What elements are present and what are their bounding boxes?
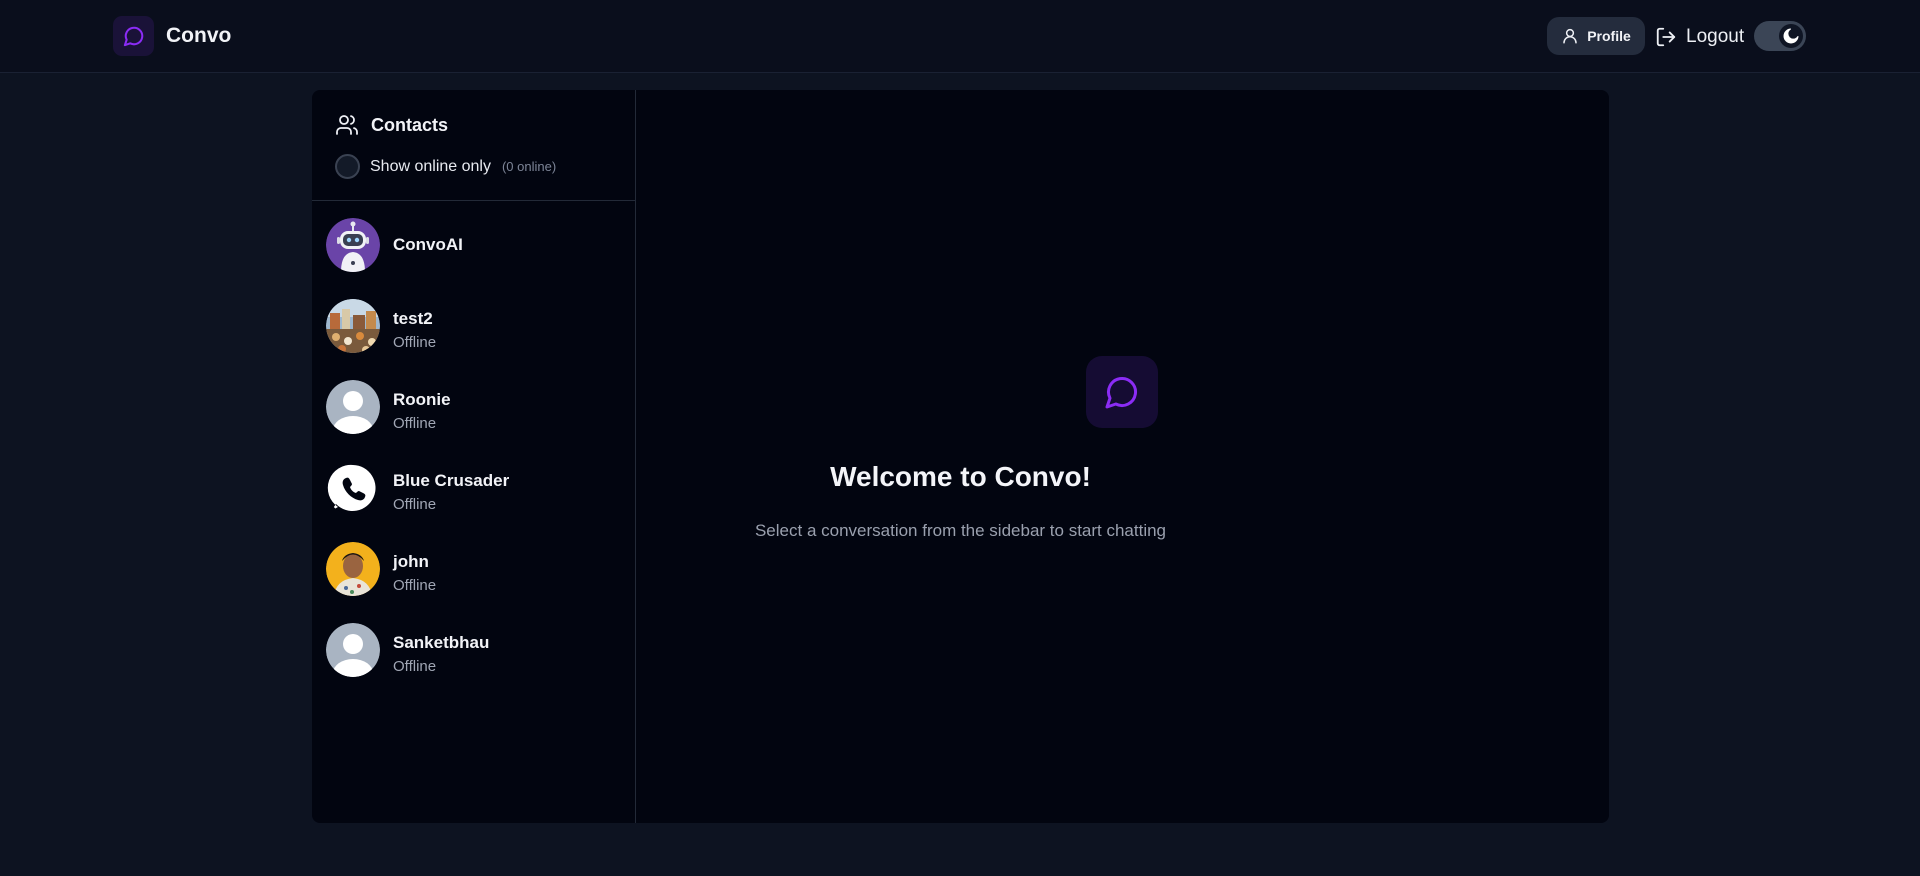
sidebar-header: Contacts Show online only (0 online) bbox=[312, 90, 635, 201]
contacts-title: Contacts bbox=[371, 114, 449, 135]
contact-status: Offline bbox=[393, 658, 437, 675]
logout-icon bbox=[1656, 27, 1676, 47]
contact-name: john bbox=[393, 552, 429, 571]
contact-item[interactable]: Roonie Offline bbox=[312, 378, 635, 459]
theme-knob bbox=[1779, 24, 1803, 48]
contact-name: Sanketbhau bbox=[393, 633, 490, 652]
profile-button[interactable]: Profile bbox=[1547, 17, 1645, 55]
default-avatar bbox=[326, 623, 380, 677]
contact-status: Offline bbox=[393, 577, 437, 594]
user-icon bbox=[1563, 28, 1577, 44]
profile-label: Profile bbox=[1587, 28, 1631, 44]
photo-avatar bbox=[326, 299, 380, 353]
default-avatar bbox=[326, 380, 380, 434]
online-only-toggle[interactable] bbox=[335, 154, 360, 179]
moon-icon bbox=[1783, 28, 1799, 44]
contact-item[interactable]: test2 Offline bbox=[312, 297, 635, 378]
contact-status: Offline bbox=[393, 334, 437, 351]
contacts-heading: Contacts bbox=[335, 113, 448, 137]
contact-status: Offline bbox=[393, 496, 437, 513]
app-name[interactable]: Convo bbox=[166, 24, 231, 48]
contact-item[interactable]: john Offline bbox=[312, 540, 635, 621]
contact-item[interactable]: Sanketbhau Offline bbox=[312, 621, 635, 702]
contact-list: ConvoAI test2 Offline Roonie Offline Blu… bbox=[312, 216, 635, 702]
contact-name: ConvoAI bbox=[393, 235, 463, 254]
contact-name: Roonie bbox=[393, 390, 451, 409]
online-filter: Show online only (0 online) bbox=[335, 154, 556, 179]
welcome-panel bbox=[636, 90, 1609, 823]
online-only-label[interactable]: Show online only bbox=[370, 158, 491, 176]
welcome-subtitle: Select a conversation from the sidebar t… bbox=[754, 521, 1167, 540]
logout-button[interactable]: Logout bbox=[1655, 21, 1744, 53]
welcome-title: Welcome to Convo! bbox=[830, 461, 1091, 492]
photo-avatar bbox=[326, 542, 380, 596]
chat-container: Contacts Show online only (0 online) Con… bbox=[312, 90, 1609, 823]
online-count: (0 online) bbox=[501, 159, 557, 174]
contact-status: Offline bbox=[393, 415, 437, 432]
contacts-sidebar: Contacts Show online only (0 online) Con… bbox=[312, 90, 636, 823]
robot-avatar bbox=[326, 218, 380, 272]
contact-item[interactable]: ConvoAI bbox=[312, 216, 635, 297]
welcome-chat-icon-box bbox=[1086, 356, 1158, 428]
contact-name: test2 bbox=[393, 309, 433, 328]
logout-label: Logout bbox=[1686, 26, 1745, 47]
chat-bubble-icon bbox=[1105, 376, 1138, 409]
chat-bubble-icon bbox=[123, 26, 143, 47]
app-logo[interactable] bbox=[113, 16, 154, 56]
users-icon bbox=[336, 115, 358, 135]
top-navbar: Convo Profile Logout bbox=[0, 0, 1920, 73]
theme-toggle[interactable] bbox=[1754, 21, 1806, 51]
